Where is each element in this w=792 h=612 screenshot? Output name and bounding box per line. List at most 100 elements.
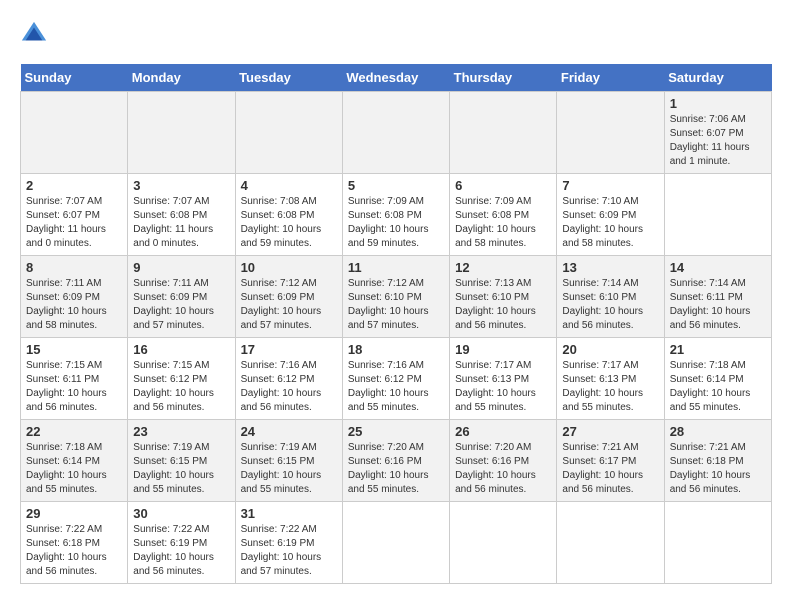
col-header-tuesday: Tuesday <box>235 64 342 92</box>
week-row: 15 Sunrise: 7:15 AMSunset: 6:11 PMDaylig… <box>21 338 772 420</box>
day-cell: 13 Sunrise: 7:14 AMSunset: 6:10 PMDaylig… <box>557 256 664 338</box>
day-number: 21 <box>670 342 766 357</box>
logo-icon <box>20 20 48 48</box>
day-info: Sunrise: 7:18 AMSunset: 6:14 PMDaylight:… <box>26 441 122 497</box>
day-info: Sunrise: 7:12 AMSunset: 6:09 PMDaylight:… <box>241 277 337 333</box>
day-info: Sunrise: 7:22 AMSunset: 6:18 PMDaylight:… <box>26 523 122 579</box>
day-info: Sunrise: 7:11 AMSunset: 6:09 PMDaylight:… <box>26 277 122 333</box>
col-header-saturday: Saturday <box>664 64 771 92</box>
day-cell: 14 Sunrise: 7:14 AMSunset: 6:11 PMDaylig… <box>664 256 771 338</box>
day-cell: 2 Sunrise: 7:07 AMSunset: 6:07 PMDayligh… <box>21 174 128 256</box>
day-number: 2 <box>26 178 122 193</box>
day-number: 24 <box>241 424 337 439</box>
col-header-friday: Friday <box>557 64 664 92</box>
day-info: Sunrise: 7:16 AMSunset: 6:12 PMDaylight:… <box>348 359 444 415</box>
day-info: Sunrise: 7:21 AMSunset: 6:18 PMDaylight:… <box>670 441 766 497</box>
day-info: Sunrise: 7:15 AMSunset: 6:11 PMDaylight:… <box>26 359 122 415</box>
day-info: Sunrise: 7:16 AMSunset: 6:12 PMDaylight:… <box>241 359 337 415</box>
day-info: Sunrise: 7:22 AMSunset: 6:19 PMDaylight:… <box>133 523 229 579</box>
day-number: 12 <box>455 260 551 275</box>
day-number: 28 <box>670 424 766 439</box>
day-number: 11 <box>348 260 444 275</box>
day-info: Sunrise: 7:17 AMSunset: 6:13 PMDaylight:… <box>562 359 658 415</box>
day-info: Sunrise: 7:19 AMSunset: 6:15 PMDaylight:… <box>133 441 229 497</box>
day-info: Sunrise: 7:09 AMSunset: 6:08 PMDaylight:… <box>455 195 551 251</box>
day-cell: 31 Sunrise: 7:22 AMSunset: 6:19 PMDaylig… <box>235 502 342 584</box>
day-number: 23 <box>133 424 229 439</box>
day-cell: 19 Sunrise: 7:17 AMSunset: 6:13 PMDaylig… <box>450 338 557 420</box>
day-number: 30 <box>133 506 229 521</box>
day-cell: 4 Sunrise: 7:08 AMSunset: 6:08 PMDayligh… <box>235 174 342 256</box>
day-info: Sunrise: 7:17 AMSunset: 6:13 PMDaylight:… <box>455 359 551 415</box>
day-cell: 5 Sunrise: 7:09 AMSunset: 6:08 PMDayligh… <box>342 174 449 256</box>
col-header-monday: Monday <box>128 64 235 92</box>
day-info: Sunrise: 7:13 AMSunset: 6:10 PMDaylight:… <box>455 277 551 333</box>
empty-cell <box>128 92 235 174</box>
day-info: Sunrise: 7:14 AMSunset: 6:10 PMDaylight:… <box>562 277 658 333</box>
week-row: 2 Sunrise: 7:07 AMSunset: 6:07 PMDayligh… <box>21 174 772 256</box>
day-number: 31 <box>241 506 337 521</box>
day-number: 6 <box>455 178 551 193</box>
day-info: Sunrise: 7:07 AMSunset: 6:07 PMDaylight:… <box>26 195 122 251</box>
day-number: 15 <box>26 342 122 357</box>
week-row: 29 Sunrise: 7:22 AMSunset: 6:18 PMDaylig… <box>21 502 772 584</box>
day-cell: 9 Sunrise: 7:11 AMSunset: 6:09 PMDayligh… <box>128 256 235 338</box>
day-number: 13 <box>562 260 658 275</box>
empty-cell <box>557 502 664 584</box>
day-info: Sunrise: 7:09 AMSunset: 6:08 PMDaylight:… <box>348 195 444 251</box>
day-info: Sunrise: 7:12 AMSunset: 6:10 PMDaylight:… <box>348 277 444 333</box>
day-number: 18 <box>348 342 444 357</box>
day-number: 20 <box>562 342 658 357</box>
empty-cell <box>664 502 771 584</box>
day-cell: 23 Sunrise: 7:19 AMSunset: 6:15 PMDaylig… <box>128 420 235 502</box>
day-cell: 12 Sunrise: 7:13 AMSunset: 6:10 PMDaylig… <box>450 256 557 338</box>
day-cell: 16 Sunrise: 7:15 AMSunset: 6:12 PMDaylig… <box>128 338 235 420</box>
day-number: 5 <box>348 178 444 193</box>
empty-cell <box>450 502 557 584</box>
day-info: Sunrise: 7:20 AMSunset: 6:16 PMDaylight:… <box>348 441 444 497</box>
day-number: 16 <box>133 342 229 357</box>
day-number: 3 <box>133 178 229 193</box>
day-cell: 11 Sunrise: 7:12 AMSunset: 6:10 PMDaylig… <box>342 256 449 338</box>
day-cell: 1 Sunrise: 7:06 AMSunset: 6:07 PMDayligh… <box>664 92 771 174</box>
day-cell: 30 Sunrise: 7:22 AMSunset: 6:19 PMDaylig… <box>128 502 235 584</box>
day-cell: 27 Sunrise: 7:21 AMSunset: 6:17 PMDaylig… <box>557 420 664 502</box>
day-number: 9 <box>133 260 229 275</box>
day-info: Sunrise: 7:08 AMSunset: 6:08 PMDaylight:… <box>241 195 337 251</box>
empty-cell <box>342 502 449 584</box>
col-header-thursday: Thursday <box>450 64 557 92</box>
day-cell: 21 Sunrise: 7:18 AMSunset: 6:14 PMDaylig… <box>664 338 771 420</box>
day-cell: 29 Sunrise: 7:22 AMSunset: 6:18 PMDaylig… <box>21 502 128 584</box>
empty-cell <box>342 92 449 174</box>
day-cell: 17 Sunrise: 7:16 AMSunset: 6:12 PMDaylig… <box>235 338 342 420</box>
day-info: Sunrise: 7:20 AMSunset: 6:16 PMDaylight:… <box>455 441 551 497</box>
day-cell: 25 Sunrise: 7:20 AMSunset: 6:16 PMDaylig… <box>342 420 449 502</box>
day-cell: 10 Sunrise: 7:12 AMSunset: 6:09 PMDaylig… <box>235 256 342 338</box>
day-info: Sunrise: 7:14 AMSunset: 6:11 PMDaylight:… <box>670 277 766 333</box>
day-cell: 15 Sunrise: 7:15 AMSunset: 6:11 PMDaylig… <box>21 338 128 420</box>
calendar-table: SundayMondayTuesdayWednesdayThursdayFrid… <box>20 64 772 584</box>
day-number: 1 <box>670 96 766 111</box>
day-info: Sunrise: 7:10 AMSunset: 6:09 PMDaylight:… <box>562 195 658 251</box>
empty-cell <box>235 92 342 174</box>
logo <box>20 20 52 48</box>
day-cell: 7 Sunrise: 7:10 AMSunset: 6:09 PMDayligh… <box>557 174 664 256</box>
day-info: Sunrise: 7:06 AMSunset: 6:07 PMDaylight:… <box>670 113 766 169</box>
empty-cell <box>21 92 128 174</box>
day-number: 17 <box>241 342 337 357</box>
day-number: 7 <box>562 178 658 193</box>
day-number: 29 <box>26 506 122 521</box>
empty-cell <box>557 92 664 174</box>
week-row: 1 Sunrise: 7:06 AMSunset: 6:07 PMDayligh… <box>21 92 772 174</box>
day-cell: 20 Sunrise: 7:17 AMSunset: 6:13 PMDaylig… <box>557 338 664 420</box>
day-cell: 28 Sunrise: 7:21 AMSunset: 6:18 PMDaylig… <box>664 420 771 502</box>
empty-cell <box>664 174 771 256</box>
day-info: Sunrise: 7:19 AMSunset: 6:15 PMDaylight:… <box>241 441 337 497</box>
day-number: 19 <box>455 342 551 357</box>
header-row: SundayMondayTuesdayWednesdayThursdayFrid… <box>21 64 772 92</box>
day-number: 4 <box>241 178 337 193</box>
col-header-wednesday: Wednesday <box>342 64 449 92</box>
day-cell: 8 Sunrise: 7:11 AMSunset: 6:09 PMDayligh… <box>21 256 128 338</box>
day-number: 14 <box>670 260 766 275</box>
day-cell: 24 Sunrise: 7:19 AMSunset: 6:15 PMDaylig… <box>235 420 342 502</box>
